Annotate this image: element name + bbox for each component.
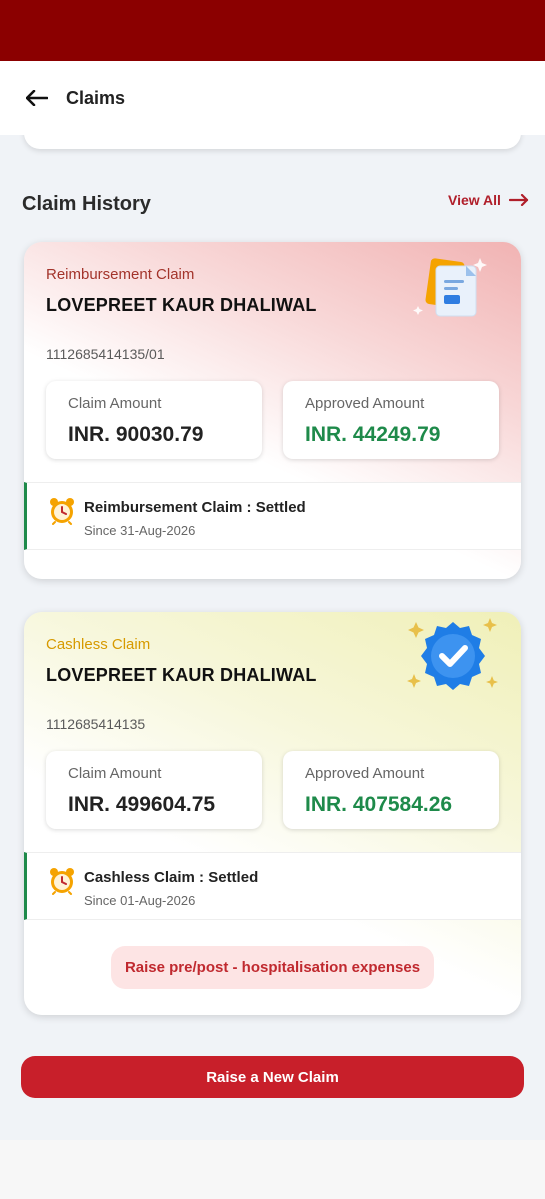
claim-amount-value: INR. 499604.75 bbox=[68, 793, 216, 816]
alarm-clock-icon bbox=[50, 868, 74, 895]
claim-card[interactable]: Cashless Claim LOVEPREET KAUR DHALIWAL 1… bbox=[24, 612, 521, 1015]
claim-status: Cashless Claim : Settled Since 01-Aug-20… bbox=[24, 852, 521, 920]
previous-card bbox=[24, 135, 521, 149]
claim-amount-value: INR. 90030.79 bbox=[68, 423, 204, 446]
claim-amount-box: Claim Amount INR. 90030.79 bbox=[46, 381, 262, 459]
view-all-label: View All bbox=[448, 192, 501, 208]
approved-amount-box: Approved Amount INR. 44249.79 bbox=[283, 381, 499, 459]
claim-amount-label: Claim Amount bbox=[68, 765, 162, 782]
approved-amount-box: Approved Amount INR. 407584.26 bbox=[283, 751, 499, 829]
claim-number: 1112685414135 bbox=[46, 716, 146, 732]
arrow-left-icon bbox=[26, 90, 48, 106]
approved-amount-value: INR. 44249.79 bbox=[305, 423, 441, 446]
app-header: Claims bbox=[0, 61, 545, 135]
section-title: Claim History bbox=[22, 193, 151, 215]
status-title: Cashless Claim : Settled bbox=[84, 869, 259, 886]
raise-new-claim-button[interactable]: Raise a New Claim bbox=[21, 1056, 524, 1098]
claim-status: Reimbursement Claim : Settled Since 31-A… bbox=[24, 482, 521, 550]
page-title: Claims bbox=[66, 88, 126, 108]
claim-amount-label: Claim Amount bbox=[68, 395, 162, 412]
status-title: Reimbursement Claim : Settled bbox=[84, 499, 306, 516]
patient-name: LOVEPREET KAUR DHALIWAL bbox=[46, 295, 317, 315]
claim-card[interactable]: Reimbursement Claim LOVEPREET KAUR DHALI… bbox=[24, 242, 521, 579]
back-button[interactable] bbox=[22, 83, 52, 113]
verified-badge-icon bbox=[407, 618, 498, 690]
document-icon bbox=[413, 258, 487, 317]
approved-amount-value: INR. 407584.26 bbox=[305, 793, 453, 816]
arrow-right-icon bbox=[508, 194, 529, 206]
main-content[interactable]: Claim History View All Reimbursement Cla… bbox=[0, 135, 545, 1140]
claim-type: Cashless Claim bbox=[46, 636, 151, 653]
approved-amount-label: Approved Amount bbox=[305, 395, 425, 412]
view-all-link[interactable]: View All bbox=[448, 192, 529, 208]
status-date: Since 01-Aug-2026 bbox=[84, 893, 196, 908]
claim-amount-box: Claim Amount INR. 499604.75 bbox=[46, 751, 262, 829]
bottom-area bbox=[0, 1140, 545, 1199]
status-date: Since 31-Aug-2026 bbox=[84, 523, 196, 538]
patient-name: LOVEPREET KAUR DHALIWAL bbox=[46, 665, 317, 685]
alarm-clock-icon bbox=[50, 498, 74, 525]
status-bar bbox=[0, 0, 545, 61]
approved-amount-label: Approved Amount bbox=[305, 765, 425, 782]
claim-type: Reimbursement Claim bbox=[46, 266, 195, 283]
claim-number: 1112685414135/01 bbox=[46, 346, 165, 362]
raise-prepost-hospitalisation-button[interactable]: Raise pre/post - hospitalisation expense… bbox=[111, 946, 434, 989]
